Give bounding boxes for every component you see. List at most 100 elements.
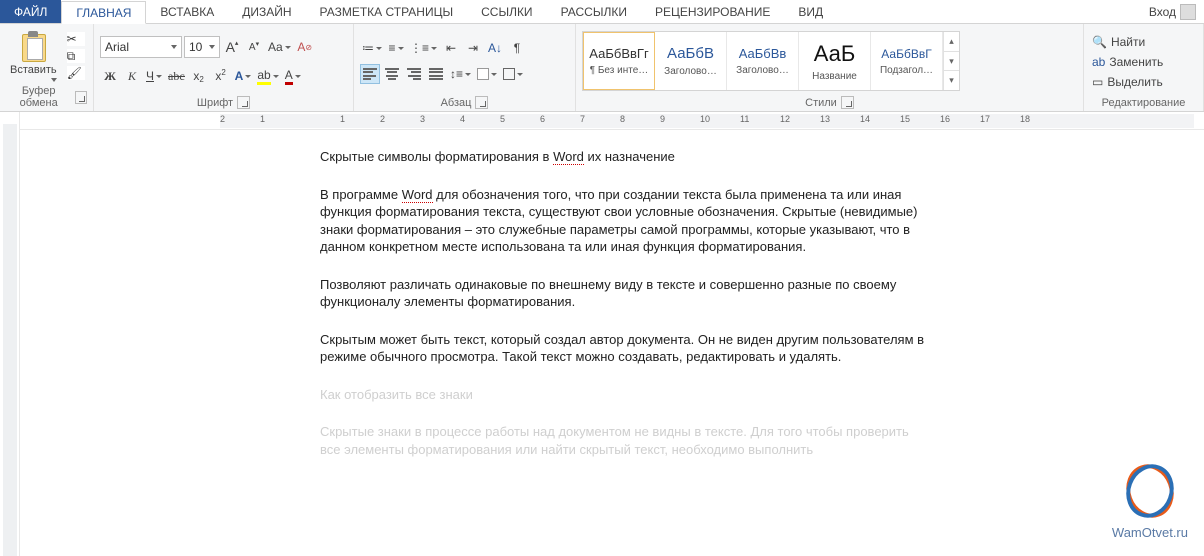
menu-tabs: ФАЙЛ ГЛАВНАЯ ВСТАВКА ДИЗАЙН РАЗМЕТКА СТР… [0, 0, 1204, 24]
doc-paragraph: Скрытым может быть текст, который создал… [320, 331, 930, 366]
superscript-button[interactable]: x2 [211, 66, 231, 86]
font-color-button[interactable]: A [283, 66, 303, 86]
bold-button[interactable]: Ж [100, 66, 120, 86]
tab-view[interactable]: ВИД [784, 0, 837, 23]
line-spacing-button[interactable]: ↕≡ [448, 64, 473, 84]
decrease-indent-button[interactable]: ⇤ [441, 38, 461, 58]
increase-indent-button[interactable]: ⇥ [463, 38, 483, 58]
tab-references[interactable]: ССЫЛКИ [467, 0, 546, 23]
login-link[interactable]: Вход [1141, 0, 1204, 23]
cut-button[interactable]: ✂ [67, 32, 85, 46]
select-button[interactable]: ▭Выделить [1090, 74, 1169, 90]
clear-format-button[interactable]: A⊘ [295, 37, 315, 57]
strike-button[interactable]: abc [166, 66, 187, 86]
sort-button[interactable]: A↓ [485, 38, 505, 58]
format-painter-button[interactable]: 🖌 [67, 66, 85, 80]
styles-scroll-down[interactable]: ▾ [944, 52, 959, 72]
page-scroll[interactable]: Скрытые символы форматирования в Word их… [20, 130, 1204, 556]
watermark-text: WamOtvet.ru [1112, 525, 1188, 540]
numbering-button[interactable]: ≡ [386, 38, 406, 58]
justify-button[interactable] [426, 64, 446, 84]
doc-paragraph: Как отобразить все знаки [320, 386, 930, 404]
style-name: Заголово… [655, 66, 726, 77]
doc-paragraph: Позволяют различать одинаковые по внешне… [320, 276, 930, 311]
tab-page-layout[interactable]: РАЗМЕТКА СТРАНИЦЫ [306, 0, 468, 23]
tab-home[interactable]: ГЛАВНАЯ [61, 1, 146, 24]
group-styles-label: Стили [805, 97, 837, 109]
style-preview: АаБбВвГ [881, 47, 931, 61]
group-font: Arial 10 A▴ A▾ Aa A⊘ Ж К Ч abc x2 x2 A a… [94, 24, 354, 111]
change-case-button[interactable]: Aa [266, 37, 293, 57]
tab-file[interactable]: ФАЙЛ [0, 0, 61, 23]
shading-button[interactable] [475, 64, 499, 84]
vertical-ruler [0, 112, 20, 556]
group-clipboard: Вставить ✂ ⧉ 🖌 Буфер обмена [0, 24, 94, 111]
paste-button[interactable]: Вставить [6, 28, 61, 84]
style-heading1[interactable]: АаБбВ Заголово… [655, 32, 727, 90]
style-preview: АаБбВв [739, 46, 787, 61]
doc-paragraph: Скрытые знаки в процессе работы над доку… [320, 423, 930, 458]
document-page[interactable]: Скрытые символы форматирования в Word их… [220, 138, 1040, 556]
style-normal[interactable]: АаБбВвГг ¶ Без инте… [583, 32, 655, 90]
styles-gallery: АаБбВвГг ¶ Без инте… АаБбВ Заголово… АаБ… [582, 31, 960, 91]
group-styles: АаБбВвГг ¶ Без инте… АаБбВ Заголово… АаБ… [576, 24, 1084, 111]
dialog-launcher-icon[interactable] [75, 91, 87, 104]
style-name: ¶ Без инте… [584, 65, 654, 76]
subscript-button[interactable]: x2 [189, 66, 209, 86]
find-button[interactable]: 🔍Найти [1090, 34, 1169, 50]
underline-button[interactable]: Ч [144, 66, 164, 86]
text-effects-button[interactable]: A [233, 66, 254, 86]
group-paragraph: ≔ ≡ ⋮≡ ⇤ ⇥ A↓ ¶ ↕≡ Абзац [354, 24, 576, 111]
style-subtitle[interactable]: АаБбВвГ Подзагол… [871, 32, 943, 90]
replace-icon: ab [1092, 55, 1105, 69]
login-label: Вход [1149, 5, 1176, 19]
tab-mailings[interactable]: РАССЫЛКИ [547, 0, 641, 23]
chevron-down-icon [51, 78, 57, 82]
bullets-button[interactable]: ≔ [360, 38, 384, 58]
group-paragraph-label: Абзац [441, 97, 472, 109]
shrink-font-button[interactable]: A▾ [244, 37, 264, 57]
cursor-icon: ▭ [1092, 75, 1103, 89]
watermark: WamOtvet.ru [1112, 462, 1188, 540]
tab-review[interactable]: РЕЦЕНЗИРОВАНИЕ [641, 0, 784, 23]
style-name: Название [799, 71, 870, 82]
styles-expand[interactable]: ▾ [944, 71, 959, 90]
dialog-launcher-icon[interactable] [237, 96, 250, 109]
replace-button[interactable]: abЗаменить [1090, 54, 1169, 70]
multilevel-button[interactable]: ⋮≡ [408, 38, 439, 58]
paste-label: Вставить [10, 64, 57, 76]
style-preview: АаБбВ [667, 45, 714, 62]
tab-design[interactable]: ДИЗАЙН [228, 0, 305, 23]
italic-button[interactable]: К [122, 66, 142, 86]
horizontal-ruler: 21123456789101112131415161718 [20, 112, 1204, 130]
watermark-icon [1121, 462, 1179, 520]
binoculars-icon: 🔍 [1092, 35, 1107, 49]
doc-title: Скрытые символы форматирования в Word их… [320, 148, 930, 166]
highlight-button[interactable]: ab [255, 66, 280, 86]
ribbon: Вставить ✂ ⧉ 🖌 Буфер обмена Arial 10 A▴ … [0, 24, 1204, 112]
user-icon [1180, 4, 1196, 20]
font-name-select[interactable]: Arial [100, 36, 182, 58]
paste-icon [19, 30, 47, 62]
style-preview: АаБбВвГг [589, 46, 648, 61]
align-center-button[interactable] [382, 64, 402, 84]
show-marks-button[interactable]: ¶ [507, 38, 527, 58]
font-size-select[interactable]: 10 [184, 36, 220, 58]
group-editing: 🔍Найти abЗаменить ▭Выделить Редактирован… [1084, 24, 1204, 111]
group-editing-label: Редактирование [1102, 97, 1186, 109]
style-preview: АаБ [814, 41, 856, 67]
align-right-button[interactable] [404, 64, 424, 84]
doc-paragraph: В программе Word для обозначения того, ч… [320, 186, 930, 256]
style-name: Подзагол… [871, 65, 942, 76]
style-heading2[interactable]: АаБбВв Заголово… [727, 32, 799, 90]
dialog-launcher-icon[interactable] [475, 96, 488, 109]
style-name: Заголово… [727, 65, 798, 76]
align-left-button[interactable] [360, 64, 380, 84]
style-title[interactable]: АаБ Название [799, 32, 871, 90]
copy-button[interactable]: ⧉ [67, 49, 85, 63]
styles-scroll-up[interactable]: ▴ [944, 32, 959, 52]
grow-font-button[interactable]: A▴ [222, 37, 242, 57]
borders-button[interactable] [501, 64, 525, 84]
dialog-launcher-icon[interactable] [841, 96, 854, 109]
tab-insert[interactable]: ВСТАВКА [146, 0, 228, 23]
